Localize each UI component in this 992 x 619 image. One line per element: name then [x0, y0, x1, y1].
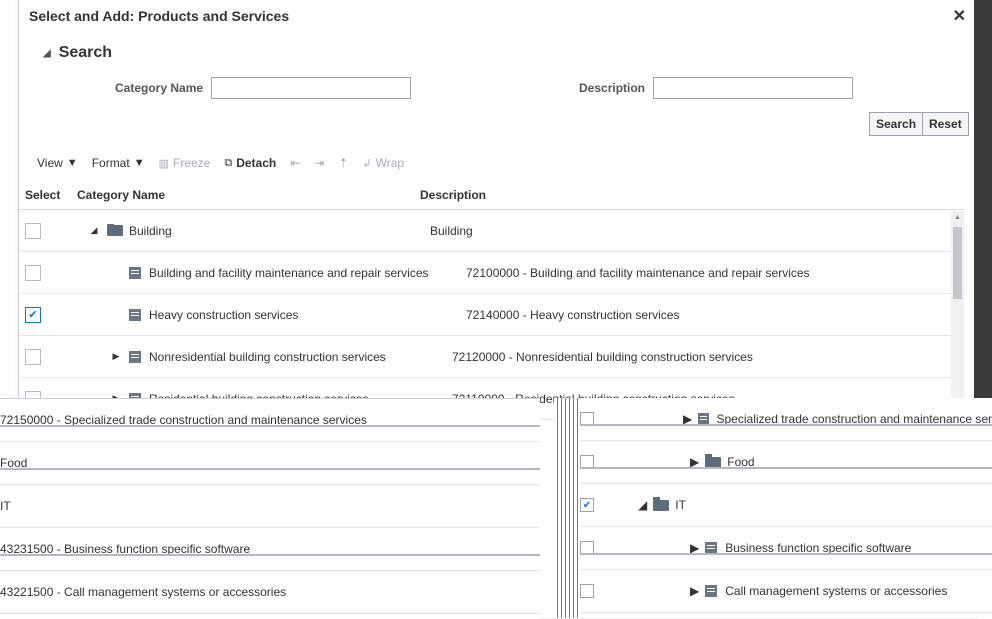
render-artifact-line	[0, 554, 540, 556]
row-checkbox-checked[interactable]: ✔	[580, 498, 594, 512]
close-icon[interactable]: ✕	[953, 6, 966, 26]
render-artifact-line	[0, 425, 540, 427]
format-label: Format	[92, 156, 130, 170]
document-icon	[129, 351, 141, 363]
category-name: Building and facility maintenance and re…	[149, 266, 429, 280]
go-up-icon[interactable]: ⇡	[338, 156, 348, 170]
description-column-header[interactable]: Description	[420, 188, 964, 202]
row-checkbox[interactable]	[25, 223, 41, 239]
category-description: 72140000 - Heavy construction services	[466, 308, 964, 322]
document-icon	[129, 267, 141, 279]
folder-icon	[705, 457, 721, 468]
background-edge	[974, 0, 992, 400]
dialog-title: Select and Add: Products and Services	[29, 8, 289, 24]
folder-icon	[653, 500, 669, 511]
search-section-header[interactable]: ◢ Search	[43, 44, 112, 62]
caret-down-icon: ▼	[67, 157, 78, 169]
glitched-name: IT	[675, 498, 686, 512]
format-menu[interactable]: Format ▼	[92, 156, 145, 170]
view-menu[interactable]: View ▼	[37, 156, 78, 170]
list-item: ✔ ◢ IT	[580, 484, 992, 527]
expand-icon[interactable]: ▶	[690, 584, 699, 598]
table-row[interactable]: Building and facility maintenance and re…	[19, 252, 964, 294]
description-field: Description	[579, 77, 853, 99]
render-artifact-line	[0, 468, 540, 470]
collapse-icon[interactable]: ◢	[87, 225, 101, 236]
description-input[interactable]	[653, 77, 853, 99]
list-item: Food	[0, 442, 540, 485]
table-header: Select Category Name Description	[19, 181, 964, 210]
search-button[interactable]: Search	[869, 112, 923, 136]
list-item: 43231500 - Business function specific so…	[0, 528, 540, 571]
list-item: 72150000 - Specialized trade constructio…	[0, 399, 540, 442]
table-row[interactable]: ✔ Heavy construction services 72140000 -…	[19, 294, 964, 336]
render-artifact-line	[580, 424, 992, 426]
list-item: ▶ Business function specific software	[580, 527, 992, 570]
description-label: Description	[579, 81, 645, 95]
wrap-label: Wrap	[376, 156, 404, 170]
detach-label: Detach	[236, 156, 276, 170]
document-icon	[129, 309, 141, 321]
category-name: Nonresidential building construction ser…	[149, 350, 386, 364]
row-checkbox[interactable]	[580, 584, 594, 598]
category-name: Heavy construction services	[149, 308, 298, 322]
collapse-icon[interactable]: ◢	[638, 498, 647, 512]
row-checkbox[interactable]	[25, 265, 41, 281]
wrap-button[interactable]: ↲ Wrap	[362, 156, 404, 170]
table-toolbar: View ▼ Format ▼ ▥ Freeze ⧉ Detach ⇤ ⇥ ⇡ ↲ Wra…	[37, 156, 404, 170]
render-artifact-line	[580, 467, 992, 469]
scroll-up-icon[interactable]: ▲	[954, 214, 961, 221]
glitched-description-column: 72150000 - Specialized trade constructio…	[0, 398, 540, 619]
search-heading: Search	[59, 44, 112, 62]
table-scrollbar[interactable]: ▲	[951, 211, 964, 401]
category-description: Building	[430, 224, 964, 238]
folder-icon	[107, 225, 123, 236]
document-icon	[705, 585, 717, 597]
render-artifact-line	[580, 553, 992, 555]
category-description: 72120000 - Nonresidential building const…	[452, 350, 964, 364]
list-item: ▶ Call management systems or accessories	[580, 570, 992, 613]
wrap-icon: ↲	[362, 157, 371, 170]
glitched-description: 43221500 - Call management systems or ac…	[0, 585, 286, 599]
select-column-header[interactable]: Select	[19, 188, 77, 202]
detach-icon: ⧉	[224, 157, 232, 170]
category-description: 72100000 - Building and facility mainten…	[466, 266, 964, 280]
category-name-field: Category Name	[115, 77, 411, 99]
render-artifact-stripes	[554, 398, 580, 618]
dialog-title-bar: Select and Add: Products and Services ✕	[19, 0, 974, 32]
category-name-input[interactable]	[211, 77, 411, 99]
category-name: Building	[129, 224, 172, 238]
scroll-thumb[interactable]	[953, 227, 962, 299]
indent-in-icon[interactable]: ⇥	[314, 156, 324, 170]
freeze-icon: ▥	[159, 157, 169, 170]
table-row[interactable]: ◢ Building Building	[19, 210, 964, 252]
category-table: Select Category Name Description ◢ Build…	[19, 181, 964, 420]
list-item: 43221500 - Call management systems or ac…	[0, 571, 540, 614]
reset-button[interactable]: Reset	[922, 112, 969, 136]
glitched-description: IT	[0, 499, 11, 513]
category-name-column-header[interactable]: Category Name	[77, 188, 420, 202]
view-label: View	[37, 156, 63, 170]
caret-down-icon: ▼	[134, 157, 145, 169]
expand-icon[interactable]: ▶	[109, 351, 123, 362]
list-item: ▶ Food	[580, 441, 992, 484]
freeze-button[interactable]: ▥ Freeze	[159, 156, 211, 170]
glitched-name: Call management systems or accessories	[725, 584, 947, 598]
freeze-label: Freeze	[173, 156, 210, 170]
category-name-label: Category Name	[115, 81, 203, 95]
row-checkbox[interactable]	[25, 349, 41, 365]
row-checkbox-checked[interactable]: ✔	[25, 307, 41, 323]
list-item: ▶ Specialized trade construction and mai…	[580, 398, 992, 441]
list-item: IT	[0, 485, 540, 528]
table-row[interactable]: ▶ Nonresidential building construction s…	[19, 336, 964, 378]
collapse-triangle-icon: ◢	[43, 48, 51, 59]
glitched-name-column: ▶ Specialized trade construction and mai…	[580, 398, 992, 618]
indent-out-icon[interactable]: ⇤	[290, 156, 300, 170]
detach-button[interactable]: ⧉ Detach	[224, 156, 276, 170]
